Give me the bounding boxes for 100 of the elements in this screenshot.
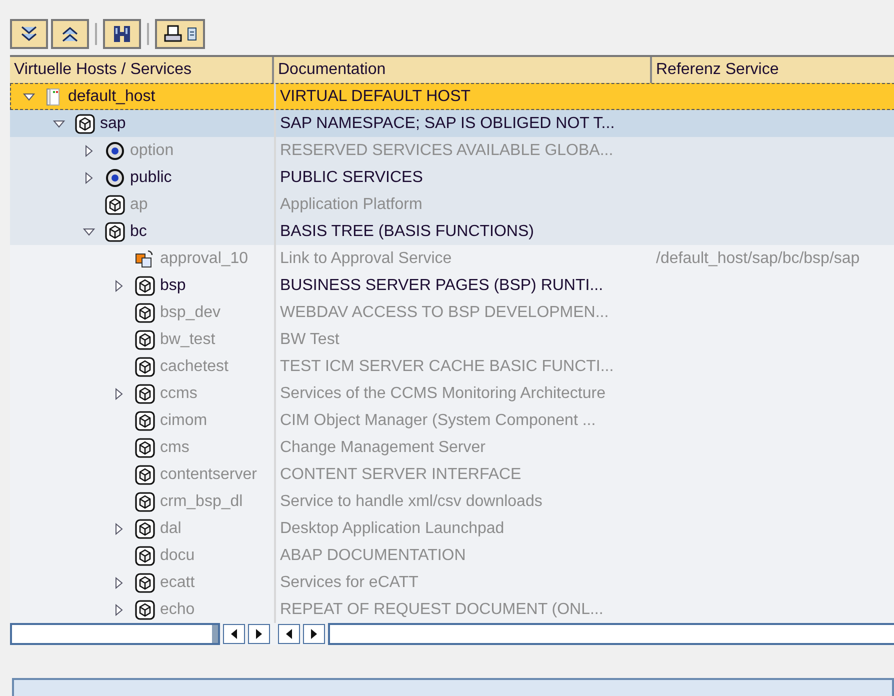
documentation-text: Service to handle xml/csv downloads [280,492,542,510]
node-name: cachetest [160,356,228,376]
tree-row[interactable]: docu ABAP DOCUMENTATION [10,542,894,569]
node-name: crm_bsp_dl [160,492,243,512]
node-name: bw_test [160,330,216,350]
node-name: cms [160,438,190,458]
documentation-text: Desktop Application Launchpad [280,520,504,536]
node-name: sap [100,114,126,134]
cube-icon [135,518,155,538]
node-name: ap [130,194,148,214]
circle-dot-icon [105,168,125,188]
collapse-all-button[interactable] [51,19,89,49]
documentation-text: CONTENT SERVER INTERFACE [280,466,522,482]
cube-icon [135,492,155,512]
documentation-text: Change Management Server [280,438,486,456]
documentation-text: ABAP DOCUMENTATION [280,546,466,564]
tree-row[interactable]: sap SAP NAMESPACE; SAP IS OBLIGED NOT T... [10,110,894,137]
documentation-text: SAP NAMESPACE; SAP IS OBLIGED NOT T... [280,114,615,132]
expand-arrow-icon[interactable] [113,522,125,534]
expand-arrow-icon[interactable] [113,280,125,292]
documentation-text: REPEAT OF REQUEST DOCUMENT (ONL... [280,600,604,618]
find-button[interactable] [103,19,141,49]
tree-row[interactable]: contentserver CONTENT SERVER INTERFACE [10,461,894,488]
tree-row[interactable]: option RESERVED SERVICES AVAILABLE GLOBA... [10,137,894,164]
node-name: docu [160,546,195,566]
node-name: default_host [68,86,156,106]
node-name: option [130,140,174,160]
collapse-all-icon [60,25,80,43]
expand-arrow-icon[interactable] [83,144,95,156]
circle-dot-icon [105,140,125,160]
node-name: ecatt [160,572,195,592]
collapse-arrow-icon[interactable] [83,226,95,238]
tree-row[interactable]: cachetest TEST ICM SERVER CACHE BASIC FUNCTI... [10,353,894,380]
node-name: contentserver [160,464,257,484]
tree-row[interactable]: dal Desktop Application Launchpad [10,515,894,542]
documentation-text: BUSINESS SERVER PAGES (BSP) RUNTI... [280,276,604,294]
documentation-text: BASIS TREE (BASIS FUNCTIONS) [280,222,534,240]
cube-icon [135,572,155,592]
horizontal-scrollbar[interactable] [328,623,894,645]
scroll-arrow-button[interactable] [303,624,325,644]
scroll-arrow-button[interactable] [248,624,270,644]
node-name: public [130,168,172,188]
horizontal-scrollbar[interactable] [10,623,220,645]
right-triangle-icon [255,629,263,639]
tree-row[interactable]: bsp_dev WEBDAV ACCESS TO BSP DEVELOPMEN... [10,299,894,326]
node-name: dal [160,518,182,538]
documentation-text: Services of the CCMS Monitoring Architecture [280,384,606,402]
left-triangle-icon [285,629,293,639]
node-name: ccms [160,384,198,404]
tree-row[interactable]: approval_10 Link to Approval Service /default_host/sap/bc/bsp/sap [10,245,894,272]
cube-icon [105,194,125,214]
printer-icon [163,24,183,44]
right-triangle-icon [310,629,318,639]
linked-squares-icon [135,248,155,268]
tree-row[interactable]: bw_test BW Test [10,326,894,353]
collapse-arrow-icon[interactable] [53,118,65,130]
cube-icon [135,330,155,350]
reference-text: /default_host/sap/bc/bsp/sap [656,250,860,266]
expand-all-button[interactable] [10,19,48,49]
cube-icon [135,438,155,458]
cube-icon [135,356,155,376]
documentation-text: CIM Object Manager (System Component ... [280,412,596,428]
scroll-arrow-button[interactable] [223,624,245,644]
expand-arrow-icon[interactable] [113,388,125,400]
document-icon [187,27,197,41]
tree-row[interactable]: default_host VIRTUAL DEFAULT HOST [10,83,894,110]
tree-row[interactable]: cimom CIM Object Manager (System Component ... [10,407,894,434]
print-button[interactable] [155,19,205,49]
node-name: bsp [160,276,186,296]
documentation-text: PUBLIC SERVICES [280,168,423,186]
cube-icon [135,464,155,484]
expand-arrow-icon[interactable] [113,576,125,588]
cube-icon [135,600,155,620]
cube-icon [105,222,125,242]
documentation-text: VIRTUAL DEFAULT HOST [280,88,471,104]
expand-arrow-icon[interactable] [113,604,125,616]
tree-row[interactable]: ap Application Platform [10,191,894,218]
scroll-arrow-button[interactable] [278,624,300,644]
tree-row[interactable]: echo REPEAT OF REQUEST DOCUMENT (ONL... [10,596,894,623]
expand-all-icon [19,25,39,43]
tree-row[interactable]: bsp BUSINESS SERVER PAGES (BSP) RUNTI... [10,272,894,299]
tree-row[interactable]: bc BASIS TREE (BASIS FUNCTIONS) [10,218,894,245]
cube-icon [135,302,155,322]
documentation-text: Link to Approval Service [280,250,452,266]
collapse-arrow-icon[interactable] [23,90,35,102]
documentation-text: WEBDAV ACCESS TO BSP DEVELOPMEN... [280,304,609,320]
cube-icon [135,276,155,296]
tree-row[interactable]: ccms Services of the CCMS Monitoring Architecture [10,380,894,407]
documentation-text: Application Platform [280,196,422,212]
left-triangle-icon [230,629,238,639]
tree-row[interactable]: crm_bsp_dl Service to handle xml/csv downloads [10,488,894,515]
expand-arrow-icon[interactable] [83,172,95,184]
cube-icon [135,384,155,404]
tree-row[interactable]: cms Change Management Server [10,434,894,461]
tree-row[interactable]: ecatt Services for eCATT [10,569,894,596]
tree-row[interactable]: public PUBLIC SERVICES [10,164,894,191]
documentation-text: BW Test [280,330,340,348]
documentation-text: Services for eCATT [280,574,418,590]
node-name: bc [130,222,147,242]
documentation-text: RESERVED SERVICES AVAILABLE GLOBA... [280,142,614,158]
